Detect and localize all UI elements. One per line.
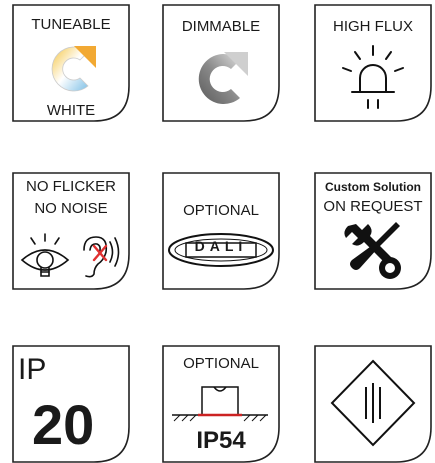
ip-number-label: 20 (32, 393, 95, 456)
light-beacon-icon (342, 45, 404, 109)
tuneable-refresh-icon (51, 46, 96, 92)
dimmable-refresh-icon (198, 52, 248, 104)
ip-prefix-label: IP (18, 353, 47, 386)
tuneable-label: TUNEABLE (31, 16, 111, 33)
recessed-seal-icon (172, 386, 268, 422)
badge-high-flux: HIGH FLUX (314, 4, 432, 122)
no-noise-label: NO NOISE (34, 200, 108, 217)
badge-no-flicker: NO FLICKER NO NOISE (12, 172, 130, 290)
badge-ip20: IP 20 (12, 345, 130, 463)
ear-no-noise-icon (83, 236, 120, 278)
high-flux-label: HIGH FLUX (332, 18, 413, 35)
badge-custom-solution: Custom Solution ON REQUEST (314, 172, 432, 290)
class-insulation-icon (330, 359, 416, 447)
dali-optional-label: OPTIONAL (183, 202, 259, 219)
badge-frame (162, 172, 280, 290)
dali-logo-text: DALI (194, 238, 248, 254)
badge-dimmable: DIMMABLE (162, 4, 280, 122)
tools-icon (344, 222, 401, 279)
ip54-optional-label: OPTIONAL (183, 355, 259, 372)
eye-bulb-icon (20, 233, 70, 277)
dimmable-label: DIMMABLE (181, 18, 261, 35)
badge-class-symbol (314, 345, 432, 463)
badge-ip54: OPTIONAL IP54 (162, 345, 280, 463)
ip54-rating-label: IP54 (196, 427, 246, 454)
on-request-label: ON REQUEST (323, 198, 423, 215)
custom-solution-label: Custom Solution (325, 180, 421, 194)
badge-dali: OPTIONAL DALI (162, 172, 280, 290)
no-flicker-label: NO FLICKER (25, 178, 116, 195)
badge-tuneable-white: TUNEABLE WHITE (12, 4, 130, 122)
white-label: WHITE (46, 102, 96, 119)
